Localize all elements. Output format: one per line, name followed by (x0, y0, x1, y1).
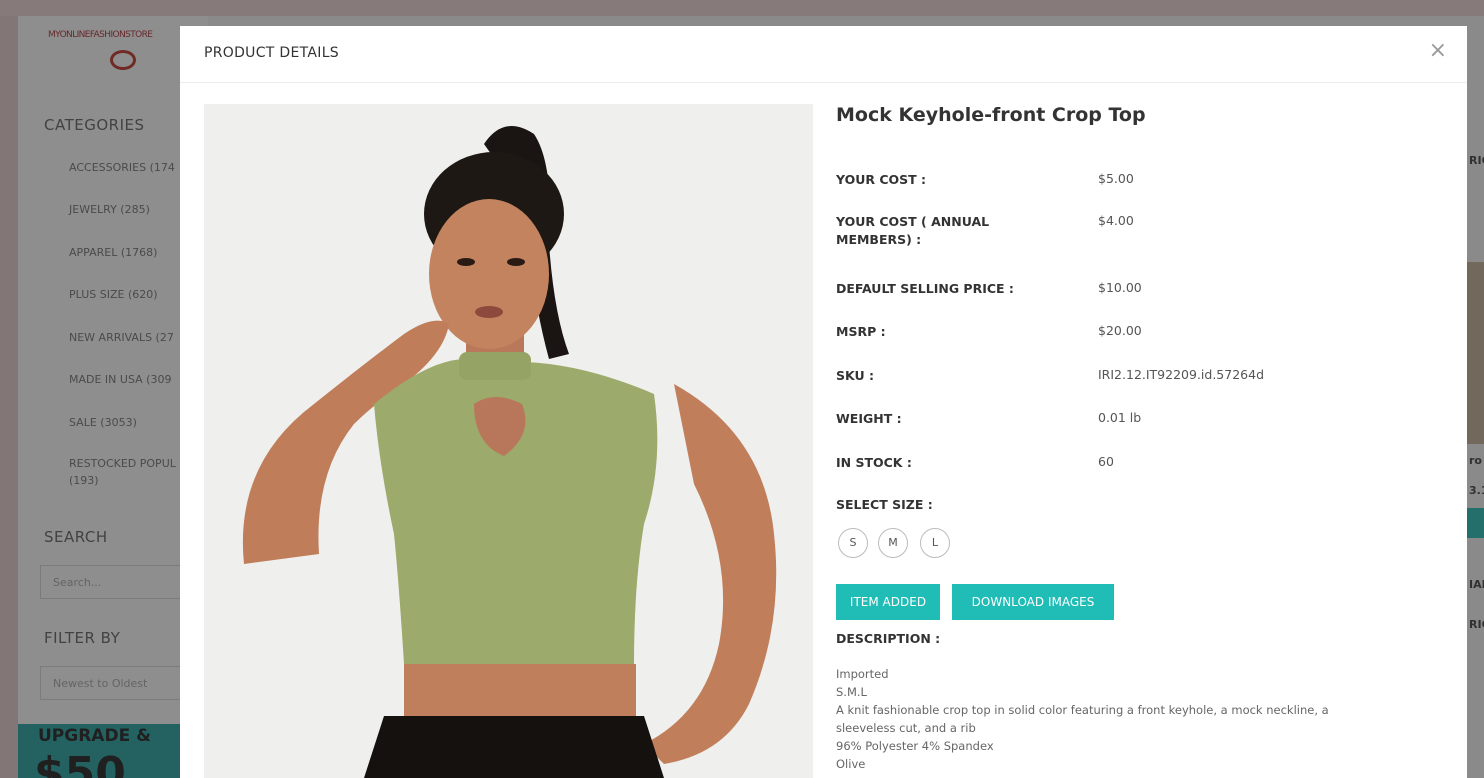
description-line: A knit fashionable crop top in solid col… (836, 703, 1329, 717)
description-line: Olive (836, 757, 866, 771)
model-photo-illustration (204, 104, 813, 778)
modal-header: PRODUCT DETAILS × (180, 26, 1467, 83)
size-option-m[interactable]: M (878, 528, 908, 558)
select-size-label: SELECT SIZE : (836, 497, 933, 512)
your-cost-value: $5.00 (1098, 171, 1134, 186)
close-icon[interactable]: × (1429, 40, 1447, 62)
weight-label: WEIGHT : (836, 411, 902, 426)
product-image[interactable] (204, 104, 813, 778)
size-option-s[interactable]: S (838, 528, 868, 558)
your-cost-label: YOUR COST : (836, 172, 927, 187)
sku-label: SKU : (836, 368, 874, 383)
product-details-modal: PRODUCT DETAILS × Mock Keyhole-front Cro… (180, 26, 1467, 778)
product-name: Mock Keyhole-front Crop Top (836, 104, 1146, 126)
msrp-value: $20.00 (1098, 323, 1142, 338)
description-line: S.M.L (836, 685, 867, 699)
size-option-l[interactable]: L (920, 528, 950, 558)
description-label: DESCRIPTION : (836, 631, 941, 646)
in-stock-value: 60 (1098, 454, 1114, 469)
item-added-button[interactable]: ITEM ADDED (836, 584, 940, 620)
download-images-button[interactable]: DOWNLOAD IMAGES (952, 584, 1114, 620)
annual-cost-label: YOUR COST ( ANNUAL (836, 214, 990, 229)
weight-value: 0.01 lb (1098, 410, 1142, 425)
modal-title: PRODUCT DETAILS (204, 45, 339, 61)
annual-cost-label-line2: MEMBERS) : (836, 232, 922, 247)
annual-cost-value: $4.00 (1098, 213, 1134, 228)
description-line: sleeveless cut, and a rib (836, 721, 976, 735)
default-selling-price-label: DEFAULT SELLING PRICE : (836, 281, 1014, 296)
description-line: 96% Polyester 4% Spandex (836, 739, 994, 753)
sku-value: IRI2.12.IT92209.id.57264d (1098, 367, 1265, 382)
in-stock-label: IN STOCK : (836, 455, 912, 470)
default-selling-price-value: $10.00 (1098, 280, 1142, 295)
msrp-label: MSRP : (836, 324, 886, 339)
description-line: Imported (836, 667, 889, 681)
